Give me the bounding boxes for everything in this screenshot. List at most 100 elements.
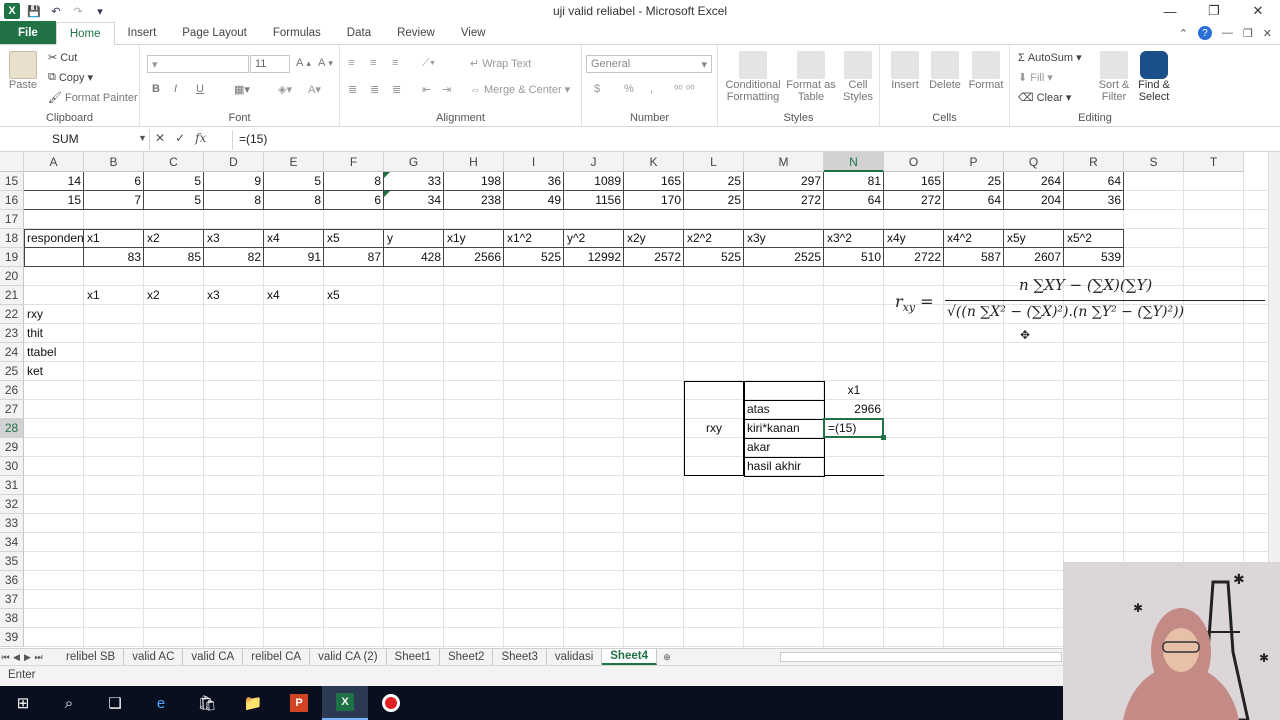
row-header-23[interactable]: 23 xyxy=(0,324,24,343)
row-header-27[interactable]: 27 xyxy=(0,400,24,419)
file-explorer-icon[interactable]: 📁 xyxy=(230,686,276,720)
align-left-icon[interactable]: ≣ xyxy=(348,83,357,96)
calc-akar-label[interactable]: akar xyxy=(744,438,824,457)
increase-indent-icon[interactable]: ⇥ xyxy=(442,83,451,96)
column-header-k[interactable]: K xyxy=(624,152,684,172)
cell-r16-c[interactable]: 5 xyxy=(144,191,204,210)
cell-r15-a[interactable]: 14 xyxy=(24,172,84,191)
column-header-c[interactable]: C xyxy=(144,152,204,172)
help-icon[interactable]: ? xyxy=(1197,26,1212,40)
cell-r16-g[interactable]: 34 xyxy=(384,191,444,210)
name-box-dropdown-icon[interactable]: ▼ xyxy=(138,133,147,143)
row-header-31[interactable]: 31 xyxy=(0,476,24,495)
row-header-15[interactable]: 15 xyxy=(0,172,24,191)
row-header-37[interactable]: 37 xyxy=(0,590,24,609)
minimize-button[interactable]: — xyxy=(1148,0,1192,22)
windows-start-icon[interactable]: ⊞ xyxy=(0,686,46,720)
column-header-n[interactable]: N xyxy=(824,152,884,172)
cell-r16-e[interactable]: 8 xyxy=(264,191,324,210)
format-cells-button[interactable]: Format xyxy=(966,51,1006,91)
tab-view[interactable]: View xyxy=(448,22,499,44)
calc-kiri-label[interactable]: kiri*kanan xyxy=(744,419,824,438)
cut-button[interactable]: ✂ Cut xyxy=(48,51,77,65)
cell-r16-b[interactable]: 7 xyxy=(84,191,144,210)
clear-button[interactable]: ⌫ Clear ▾ xyxy=(1018,91,1071,105)
column-header-o[interactable]: O xyxy=(884,152,944,172)
font-name-combo[interactable]: ▾ xyxy=(147,55,249,73)
calc-x1-header[interactable]: x1 xyxy=(824,381,884,400)
cell-r21-e[interactable]: x4 xyxy=(264,286,324,305)
formula-input[interactable]: =(15) xyxy=(232,130,1272,150)
edge-icon[interactable]: e xyxy=(138,686,184,720)
save-icon[interactable]: 💾 xyxy=(26,3,42,19)
close-button[interactable]: ✕ xyxy=(1236,0,1280,22)
tab-formulas[interactable]: Formulas xyxy=(260,22,334,44)
cell-a22-rxy[interactable]: rxy xyxy=(24,305,84,324)
undo-icon[interactable]: ↶ xyxy=(48,3,64,19)
font-size-combo[interactable]: 11 xyxy=(250,55,290,73)
cell-r16-h[interactable]: 238 xyxy=(444,191,504,210)
column-header-p[interactable]: P xyxy=(944,152,1004,172)
cell-r15-f[interactable]: 8 xyxy=(324,172,384,191)
calc-atas-label[interactable]: atas xyxy=(744,400,824,419)
column-header-r[interactable]: R xyxy=(1064,152,1124,172)
row-header-30[interactable]: 30 xyxy=(0,457,24,476)
workbook-close-icon[interactable]: ✕ xyxy=(1263,27,1272,40)
row-header-28[interactable]: 28 xyxy=(0,419,24,438)
cell-styles-button[interactable]: Cell Styles xyxy=(840,51,876,103)
autosum-button[interactable]: Σ AutoSum ▾ xyxy=(1018,51,1082,65)
sheet-tab-relibel-sb[interactable]: relibel SB xyxy=(58,649,125,665)
sheet-tab-valid-ac[interactable]: valid AC xyxy=(124,649,184,665)
row-header-32[interactable]: 32 xyxy=(0,495,24,514)
column-header-h[interactable]: H xyxy=(444,152,504,172)
column-header-g[interactable]: G xyxy=(384,152,444,172)
number-format-combo[interactable]: General ▾ xyxy=(586,55,712,73)
row-header-33[interactable]: 33 xyxy=(0,514,24,533)
cell-r15-h[interactable]: 198 xyxy=(444,172,504,191)
cell-r15-i[interactable]: 36 xyxy=(504,172,564,191)
font-color-icon[interactable]: A▾ xyxy=(308,83,321,96)
cell-a23-thit[interactable]: thit xyxy=(24,324,84,343)
row-header-35[interactable]: 35 xyxy=(0,552,24,571)
cell-r21-b[interactable]: x1 xyxy=(84,286,144,305)
cancel-entry-icon[interactable]: ✕ xyxy=(155,131,165,145)
powerpoint-icon[interactable]: P xyxy=(276,686,322,720)
sheet-tab-sheet1[interactable]: Sheet1 xyxy=(387,649,440,665)
cell-r16-r[interactable]: 36 xyxy=(1064,191,1124,210)
restore-button[interactable]: ❐ xyxy=(1192,0,1236,22)
cell-r15-m[interactable]: 297 xyxy=(744,172,824,191)
column-header-i[interactable]: I xyxy=(504,152,564,172)
tab-file[interactable]: File xyxy=(0,21,56,44)
cell-r21-d[interactable]: x3 xyxy=(204,286,264,305)
horizontal-scrollbar[interactable] xyxy=(780,652,1062,662)
tab-data[interactable]: Data xyxy=(334,22,384,44)
underline-button[interactable]: U xyxy=(196,83,204,95)
insert-cells-button[interactable]: Insert xyxy=(886,51,924,91)
cell-r16-k[interactable]: 170 xyxy=(624,191,684,210)
percent-button[interactable]: % xyxy=(624,83,634,95)
cell-r15-j[interactable]: 1089 xyxy=(564,172,624,191)
next-sheet-icon[interactable]: ▶ xyxy=(22,652,33,663)
sheet-tab-sheet4[interactable]: Sheet4 xyxy=(602,649,657,665)
row-header-16[interactable]: 16 xyxy=(0,191,24,210)
row-header-26[interactable]: 26 xyxy=(0,381,24,400)
confirm-entry-icon[interactable]: ✓ xyxy=(175,131,185,145)
shrink-font-icon[interactable]: A ▾ xyxy=(318,57,333,69)
cell-a24-ttabel[interactable]: ttabel xyxy=(24,343,84,362)
first-sheet-icon[interactable]: ⏮ xyxy=(0,652,11,663)
cell-r15-g[interactable]: 33 xyxy=(384,172,444,191)
column-header-t[interactable]: T xyxy=(1184,152,1244,172)
column-header-q[interactable]: Q xyxy=(1004,152,1064,172)
paste-button[interactable]: Paste xyxy=(6,51,40,91)
sheet-tab-validasi[interactable]: validasi xyxy=(547,649,603,665)
select-all-corner[interactable] xyxy=(0,152,24,172)
borders-icon[interactable]: ▦▾ xyxy=(234,83,250,96)
decrease-indent-icon[interactable]: ⇤ xyxy=(422,83,431,96)
excel-taskbar-icon[interactable]: X xyxy=(322,686,368,720)
search-icon[interactable]: ⌕ xyxy=(46,686,92,720)
cell-r15-o[interactable]: 165 xyxy=(884,172,944,191)
workbook-restore-icon[interactable]: ❐ xyxy=(1243,27,1253,40)
last-sheet-icon[interactable]: ⏭ xyxy=(33,652,44,663)
cell-r21-f[interactable]: x5 xyxy=(324,286,384,305)
sheet-tab-sheet3[interactable]: Sheet3 xyxy=(493,649,547,665)
